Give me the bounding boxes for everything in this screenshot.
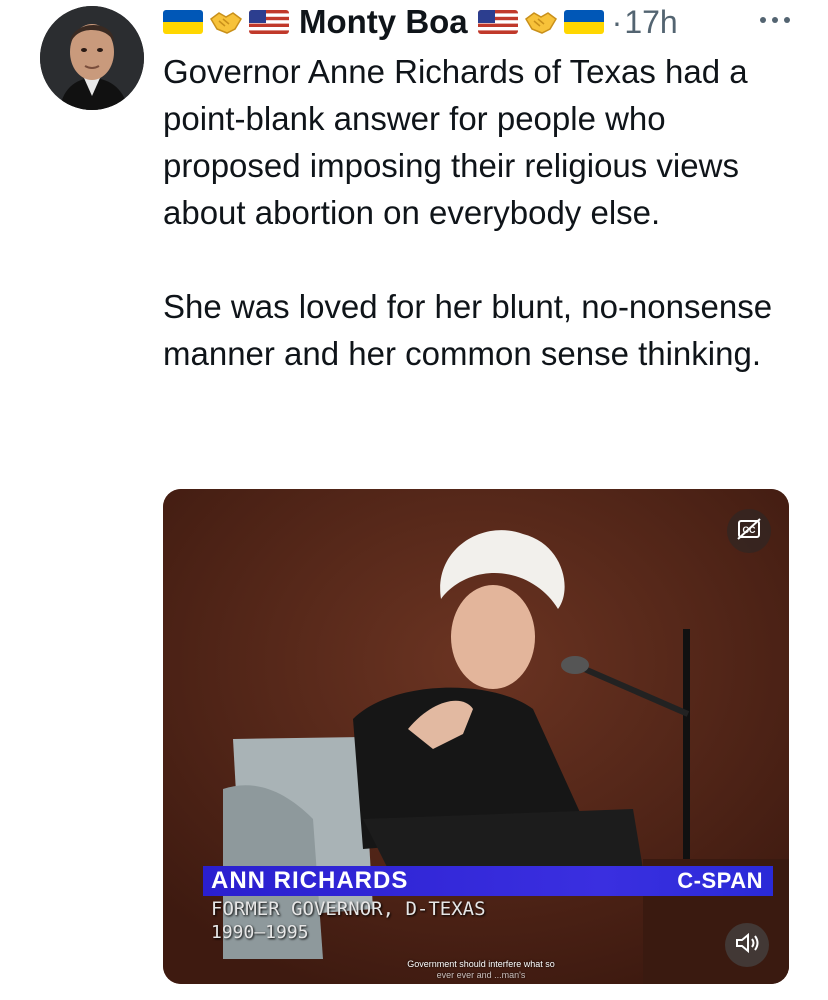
- volume-icon: [734, 932, 760, 959]
- handshake-icon: [209, 9, 243, 35]
- subtitle-line: Government should interfere what so: [407, 959, 555, 969]
- us-flag-icon: [249, 10, 289, 34]
- timestamp[interactable]: 17h: [624, 4, 677, 41]
- speaker-name: ANN RICHARDS: [211, 867, 409, 894]
- author-name[interactable]: Monty Boa: [299, 3, 468, 41]
- captions-toggle-button[interactable]: CC: [727, 509, 771, 553]
- avatar[interactable]: [40, 6, 144, 110]
- separator-dot: ·: [611, 3, 623, 40]
- video-subtitle: Government should interfere what so ever…: [401, 959, 561, 981]
- speaker-title: FORMER GOVERNOR, D-TEXAS: [211, 898, 486, 920]
- network-logo: C-SPAN: [677, 868, 763, 893]
- tweet-paragraph: Governor Anne Richards of Texas had a po…: [163, 53, 748, 231]
- tweet-header: Monty Boa · 17h: [163, 0, 793, 44]
- lower-third: ANN RICHARDS C-SPAN FORMER GOVERNOR, D-T…: [203, 866, 773, 943]
- more-options-icon[interactable]: [757, 10, 793, 30]
- speaker-years: 1990–1995: [211, 922, 309, 943]
- video-player[interactable]: CC ANN RICHARDS C-SPAN FORMER GOVERNOR, …: [163, 489, 789, 984]
- us-flag-icon: [477, 10, 518, 34]
- captions-off-icon: CC: [736, 517, 762, 546]
- tweet-paragraph: She was loved for her blunt, no-nonsense…: [163, 288, 773, 372]
- volume-button[interactable]: [725, 923, 769, 967]
- subtitle-line: ever ever and ...man's: [436, 970, 526, 980]
- handshake-icon: [524, 9, 558, 35]
- ukraine-flag-icon: [563, 10, 604, 34]
- ukraine-flag-icon: [163, 10, 203, 34]
- lower-third-bar: ANN RICHARDS C-SPAN: [203, 866, 773, 896]
- tweet-text: Governor Anne Richards of Texas had a po…: [163, 48, 793, 377]
